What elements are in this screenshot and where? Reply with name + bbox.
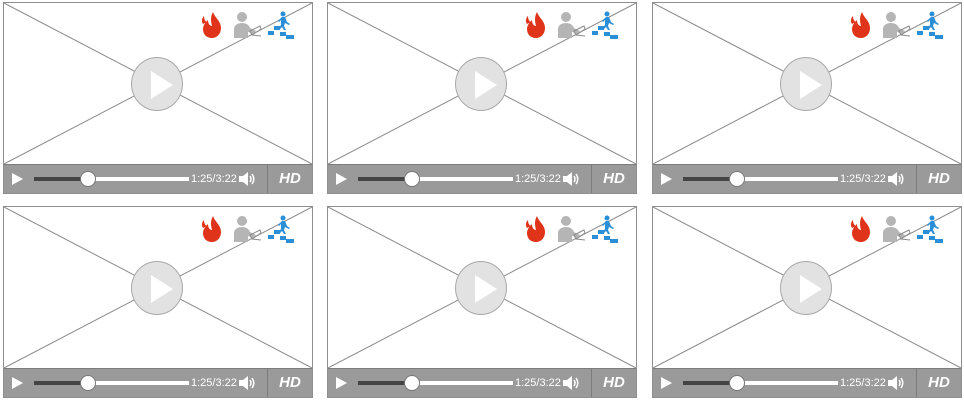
- video-player: 1:25/3:22 HD: [327, 2, 637, 194]
- time-readout: 1:25/3:22: [191, 173, 237, 185]
- seek-handle[interactable]: [729, 375, 746, 391]
- fire-icon: [201, 216, 221, 242]
- seek-handle[interactable]: [404, 375, 421, 391]
- time-readout: 1:25/3:22: [515, 377, 561, 389]
- big-play-button[interactable]: [455, 57, 507, 111]
- time-readout: 1:25/3:22: [191, 377, 237, 389]
- hd-toggle-button[interactable]: HD: [916, 369, 961, 397]
- fire-icon: [201, 12, 221, 38]
- person-reading-icon: [234, 216, 262, 242]
- video-player: 1:25/3:22 HD: [3, 2, 313, 194]
- time-readout: 1:25/3:22: [840, 173, 886, 185]
- play-icon[interactable]: [10, 172, 24, 186]
- stairs-climber-icon: [592, 215, 618, 243]
- video-placeholder[interactable]: [328, 3, 636, 164]
- play-icon: [800, 71, 822, 99]
- video-player-grid: 1:25/3:22 HD 1:25/3:22 HD 1:25/3:22 HD 1…: [0, 0, 964, 403]
- seek-handle[interactable]: [80, 171, 97, 187]
- control-bar: 1:25/3:22 HD: [653, 368, 961, 397]
- control-bar: 1:25/3:22 HD: [328, 164, 636, 193]
- fire-icon: [525, 216, 545, 242]
- big-play-button[interactable]: [131, 57, 183, 111]
- seek-bar[interactable]: [683, 375, 838, 391]
- seek-bar[interactable]: [34, 171, 189, 187]
- person-reading-icon: [234, 12, 262, 38]
- hd-toggle-button[interactable]: HD: [591, 369, 636, 397]
- play-icon: [151, 71, 173, 99]
- control-bar: 1:25/3:22 HD: [328, 368, 636, 397]
- person-reading-icon: [883, 216, 911, 242]
- control-bar: 1:25/3:22 HD: [653, 164, 961, 193]
- time-readout: 1:25/3:22: [840, 377, 886, 389]
- video-player: 1:25/3:22 HD: [652, 206, 962, 398]
- seek-handle[interactable]: [80, 375, 97, 391]
- control-bar: 1:25/3:22 HD: [4, 164, 312, 193]
- video-placeholder[interactable]: [4, 3, 312, 164]
- badge-row: [849, 11, 949, 41]
- hd-toggle-button[interactable]: HD: [916, 165, 961, 193]
- play-icon[interactable]: [334, 376, 348, 390]
- hd-toggle-button[interactable]: HD: [591, 165, 636, 193]
- hd-toggle-button[interactable]: HD: [267, 165, 312, 193]
- video-placeholder[interactable]: [653, 207, 961, 368]
- big-play-button[interactable]: [455, 261, 507, 315]
- video-player: 1:25/3:22 HD: [3, 206, 313, 398]
- seek-bar[interactable]: [358, 375, 513, 391]
- volume-icon[interactable]: [238, 171, 256, 187]
- hd-toggle-button[interactable]: HD: [267, 369, 312, 397]
- control-bar: 1:25/3:22 HD: [4, 368, 312, 397]
- play-icon: [475, 71, 497, 99]
- video-player: 1:25/3:22 HD: [652, 2, 962, 194]
- play-icon: [800, 275, 822, 303]
- play-icon: [475, 275, 497, 303]
- stairs-climber-icon: [268, 11, 294, 39]
- seek-bar[interactable]: [34, 375, 189, 391]
- seek-bar[interactable]: [358, 171, 513, 187]
- play-icon[interactable]: [659, 172, 673, 186]
- volume-icon[interactable]: [562, 171, 580, 187]
- person-reading-icon: [883, 12, 911, 38]
- stairs-climber-icon: [917, 215, 943, 243]
- seek-bar[interactable]: [683, 171, 838, 187]
- big-play-button[interactable]: [131, 261, 183, 315]
- play-icon: [151, 275, 173, 303]
- stairs-climber-icon: [592, 11, 618, 39]
- play-icon[interactable]: [10, 376, 24, 390]
- play-icon[interactable]: [334, 172, 348, 186]
- volume-icon[interactable]: [887, 375, 905, 391]
- big-play-button[interactable]: [780, 261, 832, 315]
- fire-icon: [850, 216, 870, 242]
- badge-row: [200, 11, 300, 41]
- video-placeholder[interactable]: [4, 207, 312, 368]
- video-placeholder[interactable]: [328, 207, 636, 368]
- video-placeholder[interactable]: [653, 3, 961, 164]
- time-readout: 1:25/3:22: [515, 173, 561, 185]
- fire-icon: [850, 12, 870, 38]
- badge-row: [200, 215, 300, 245]
- badge-row: [849, 215, 949, 245]
- stairs-climber-icon: [917, 11, 943, 39]
- video-player: 1:25/3:22 HD: [327, 206, 637, 398]
- big-play-button[interactable]: [780, 57, 832, 111]
- volume-icon[interactable]: [562, 375, 580, 391]
- fire-icon: [525, 12, 545, 38]
- badge-row: [524, 215, 624, 245]
- person-reading-icon: [558, 216, 586, 242]
- person-reading-icon: [558, 12, 586, 38]
- volume-icon[interactable]: [238, 375, 256, 391]
- badge-row: [524, 11, 624, 41]
- stairs-climber-icon: [268, 215, 294, 243]
- volume-icon[interactable]: [887, 171, 905, 187]
- play-icon[interactable]: [659, 376, 673, 390]
- seek-handle[interactable]: [729, 171, 746, 187]
- seek-handle[interactable]: [404, 171, 421, 187]
